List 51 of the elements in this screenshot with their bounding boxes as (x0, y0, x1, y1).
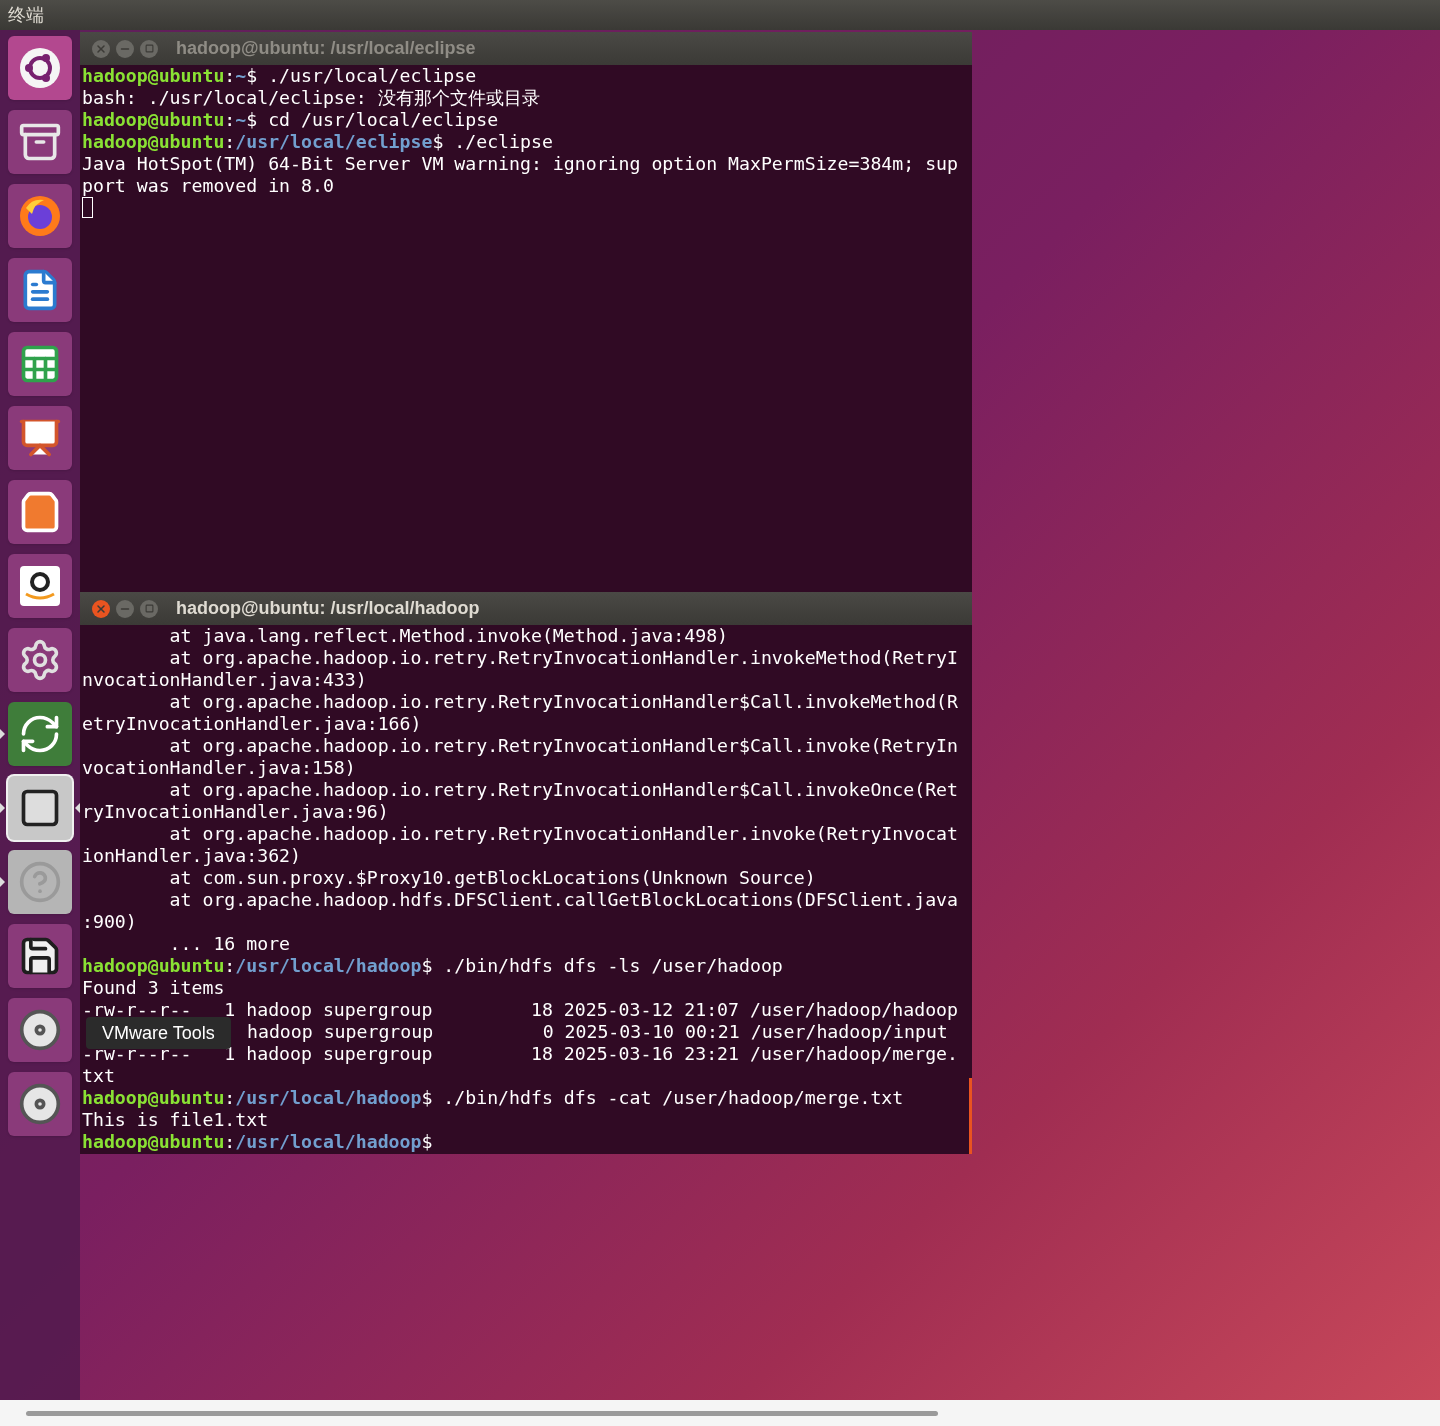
launcher-item[interactable] (8, 258, 72, 322)
top-bar-title: 终端 (8, 3, 44, 27)
terminal-prompt-line: hadoop@ubuntu:/usr/local/hadoop$ ./bin/hdfs dfs -cat /user/hadoop/merge.txt (82, 1087, 905, 1109)
terminal-output-line: port was removed in 8.0 (82, 175, 334, 197)
disc-icon (18, 1082, 62, 1126)
terminal-output-line: Java HotSpot(TM) 64-Bit Server VM warning: ignoring option MaxPermSize=384m; sup (82, 153, 958, 175)
launcher-item[interactable] (8, 1072, 72, 1136)
maximize-icon (144, 44, 154, 53)
terminal-output-line: at org.apache.hadoop.hdfs.DFSClient.callGetBlockLocations(DFSClient.java (168, 889, 958, 911)
maximize-icon (144, 604, 154, 613)
close-icon (95, 602, 107, 615)
terminal-prompt-line: hadoop@ubuntu:/usr/local/hadoop$ ./bin/hdfs dfs -ls /user/hadoop (82, 955, 784, 977)
terminal-output-line: at org.apache.hadoop.io.retry.RetryInvocationHandler$Call.invokeMethod(R (168, 691, 958, 713)
terminal-output-line: ... 16 more (168, 933, 291, 955)
launcher-item[interactable] (8, 406, 72, 470)
terminal-output-line: hadoop supergroup 0 2025-03-10 00:21 /user/hadoop/input (247, 1021, 948, 1043)
terminal-output-line: vocationHandler.java:158) (82, 757, 356, 779)
launcher-item[interactable] (8, 36, 72, 100)
terminal-output-line: bash: ./usr/local/eclipse: 没有那个文件或目录 (82, 87, 540, 109)
help-icon (18, 860, 62, 904)
terminal-output-line: at com.sun.proxy.$Proxy10.getBlockLocations(Unknown Source) (168, 867, 816, 889)
terminal-prompt-line: hadoop@ubuntu:/usr/local/hadoop$ (82, 1131, 434, 1153)
window-title: hadoop@ubuntu: /usr/local/hadoop (176, 597, 480, 620)
launcher-item[interactable] (8, 554, 72, 618)
terminal-prompt-line: hadoop@ubuntu:/usr/local/eclipse$ ./eclipse (82, 131, 554, 153)
launcher-item[interactable] (8, 924, 72, 988)
launcher-item[interactable] (8, 998, 72, 1062)
terminal-output-line: This is file1.txt (82, 1109, 269, 1131)
terminal-output-line: ionHandler.java:362) (82, 845, 301, 867)
terminal-prompt-line: hadoop@ubuntu:~$ ./usr/local/eclipse (82, 65, 478, 87)
disc-icon (18, 1008, 62, 1052)
terminal-output-line: Found 3 items (82, 977, 225, 999)
terminal-prompt-line: hadoop@ubuntu:~$ cd /usr/local/eclipse (82, 109, 500, 131)
terminal-output-line: nvocationHandler.java:433) (82, 669, 367, 691)
window-title: hadoop@ubuntu: /usr/local/eclipse (176, 37, 476, 60)
terminal-output-line: at org.apache.hadoop.io.retry.RetryInvocationHandler$Call.invokeOnce(Ret (168, 779, 958, 801)
ubuntu-logo-icon (18, 46, 62, 90)
scrollbar-thumb[interactable] (26, 1410, 938, 1416)
terminal-output-line: at java.lang.reflect.Method.invoke(Method.java:498) (168, 625, 729, 647)
launcher-item[interactable] (8, 480, 72, 544)
close-button[interactable] (92, 599, 110, 618)
close-icon (95, 42, 107, 55)
terminal-output-line: etryInvocationHandler.java:166) (82, 713, 422, 735)
terminal-output-line: at org.apache.hadoop.io.retry.RetryInvocationHandler.invoke(RetryInvocat (168, 823, 958, 845)
launcher-item[interactable] (8, 776, 72, 840)
terminal-output-line: at org.apache.hadoop.io.retry.RetryInvocationHandler$Call.invoke(RetryIn (168, 735, 958, 757)
terminal-output-line: ryInvocationHandler.java:96) (82, 801, 389, 823)
terminal-output-line: at org.apache.hadoop.io.retry.RetryInvocationHandler.invokeMethod(RetryI (168, 647, 958, 669)
terminal-output-line: :900) (82, 911, 137, 933)
terminal-output-line: txt (82, 1065, 115, 1087)
launcher-item[interactable] (8, 332, 72, 396)
